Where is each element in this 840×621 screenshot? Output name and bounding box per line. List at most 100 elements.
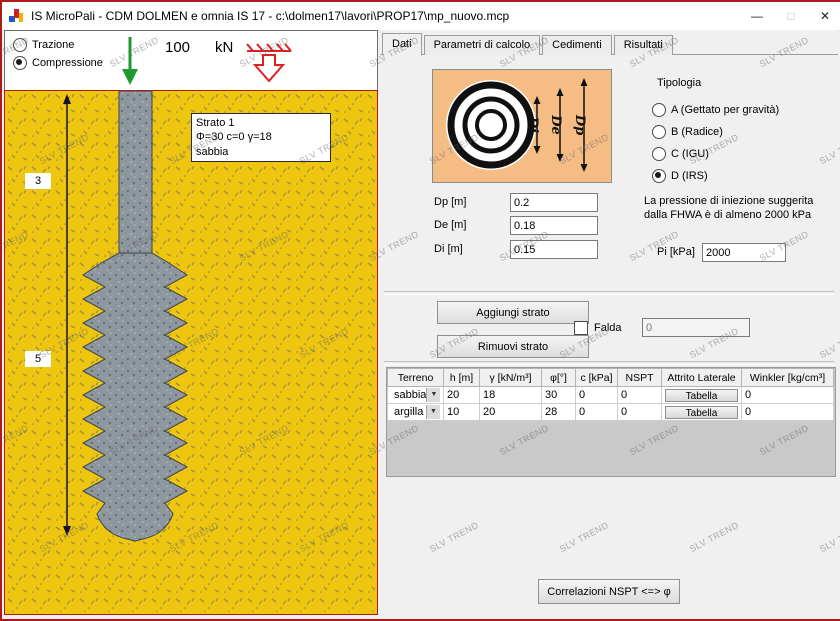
right-panel: Dati Parametri di calcolo Cedimenti Risu… — [380, 30, 838, 615]
pi-label: Pi [kPa] — [657, 246, 695, 258]
radio-trazione-label: Trazione — [32, 39, 74, 51]
pressure-note-line1: La pressione di iniezione suggerita — [644, 195, 834, 209]
dp-label: Dp [m] — [434, 196, 466, 208]
col-phi: φ[°] — [542, 369, 576, 387]
h-cell[interactable]: 10 — [444, 404, 480, 421]
load-unit: kN — [215, 39, 233, 56]
radio-circle — [13, 38, 27, 52]
close-button[interactable]: ✕ — [808, 2, 840, 30]
di-label: Di [m] — [434, 243, 463, 255]
gamma-cell[interactable]: 18 — [480, 387, 542, 404]
load-value: 100 — [165, 39, 190, 56]
tabella-button[interactable]: Tabella — [665, 406, 738, 419]
title-bar: IS MicroPali - CDM DOLMEN e omnia IS 17 … — [2, 2, 840, 31]
depth-label-lower: 5 — [25, 351, 51, 367]
chevron-down-icon[interactable]: ▼ — [426, 388, 440, 402]
h-cell[interactable]: 20 — [444, 387, 480, 404]
col-attrito: Attrito Laterale — [662, 369, 742, 387]
pi-input[interactable] — [702, 243, 786, 262]
terreno-value: argilla — [391, 406, 426, 418]
tab-risultati[interactable]: Risultati — [614, 35, 673, 55]
radio-circle — [13, 56, 27, 70]
load-options-box: Trazione Compressione 100 kN — [4, 30, 378, 92]
phi-cell[interactable]: 30 — [542, 387, 576, 404]
micropile-drawing — [5, 91, 375, 612]
tab-cedimenti[interactable]: Cedimenti — [542, 35, 612, 55]
aggiungi-strato-button[interactable]: Aggiungi strato — [437, 301, 589, 324]
col-h: h [m] — [444, 369, 480, 387]
tabella-button[interactable]: Tabella — [665, 389, 738, 402]
col-winkler: Winkler [kg/cm³] — [742, 369, 834, 387]
radio-circle — [652, 125, 666, 139]
radio-tipologia-d[interactable]: D (IRS) — [652, 169, 708, 183]
di-input[interactable] — [510, 240, 598, 259]
falda-input — [642, 318, 750, 337]
col-gamma: γ [kN/m³] — [480, 369, 542, 387]
tab-parametri-di-calcolo[interactable]: Parametri di calcolo — [424, 35, 541, 55]
c-cell[interactable]: 0 — [576, 387, 618, 404]
attrito-cell: Tabella — [662, 387, 742, 404]
radio-trazione[interactable]: Trazione — [13, 38, 74, 52]
terreno-cell[interactable]: sabbia ▼ — [388, 387, 444, 404]
radio-circle — [652, 169, 666, 183]
diagram-label-de: De — [548, 114, 563, 135]
dp-input[interactable] — [510, 193, 598, 212]
radio-circle — [652, 103, 666, 117]
pile-section-diagram: Di De Dp — [432, 69, 612, 183]
tipologia-a-label: A (Gettato per gravità) — [671, 104, 779, 116]
tipologia-c-label: C (IGU) — [671, 148, 709, 160]
chevron-down-icon[interactable]: ▼ — [426, 405, 440, 419]
micropile-drawing-area: Strato 1 Φ=30 c=0 γ=18 sabbia 3 5 — [4, 90, 378, 615]
de-label: De [m] — [434, 219, 466, 231]
winkler-cell[interactable]: 0 — [742, 387, 834, 404]
separator — [384, 361, 834, 365]
terreno-cell[interactable]: argilla ▼ — [388, 404, 444, 421]
radio-circle — [652, 147, 666, 161]
strata-table: Terreno h [m] γ [kN/m³] φ[°] c [kPa] NSP… — [387, 368, 834, 421]
falda-checkbox[interactable]: Falda — [574, 321, 622, 335]
window-title: IS MicroPali - CDM DOLMEN e omnia IS 17 … — [31, 9, 509, 23]
terreno-value: sabbia — [391, 389, 426, 401]
tipologia-title: Tipologia — [657, 77, 701, 89]
maximize-button[interactable]: □ — [774, 2, 808, 30]
attrito-cell: Tabella — [662, 404, 742, 421]
radio-compressione[interactable]: Compressione — [13, 56, 103, 70]
nspt-cell[interactable]: 0 — [618, 387, 662, 404]
winkler-cell-selected[interactable]: 0 — [742, 404, 834, 421]
strato-name: Strato 1 — [196, 116, 326, 130]
radio-compressione-label: Compressione — [32, 57, 103, 69]
radio-tipologia-a[interactable]: A (Gettato per gravità) — [652, 103, 779, 117]
left-panel: Trazione Compressione 100 kN — [2, 30, 378, 615]
table-row: sabbia ▼ 20 18 30 0 0 Tabella — [388, 387, 834, 404]
de-input[interactable] — [510, 216, 598, 235]
correlazioni-nspt-button[interactable]: Correlazioni NSPT <=> φ — [538, 579, 680, 604]
pressure-note: La pressione di iniezione suggerita dall… — [644, 195, 834, 223]
phi-cell[interactable]: 28 — [542, 404, 576, 421]
radio-tipologia-b[interactable]: B (Radice) — [652, 125, 723, 139]
rimuovi-strato-button[interactable]: Rimuovi strato — [437, 335, 589, 358]
nspt-cell[interactable]: 0 — [618, 404, 662, 421]
app-window: IS MicroPali - CDM DOLMEN e omnia IS 17 … — [0, 0, 840, 621]
tab-page-dati: Di De Dp Tipologia A (Gettato per gravit… — [380, 54, 838, 616]
col-nspt: NSPT — [618, 369, 662, 387]
tipologia-b-label: B (Radice) — [671, 126, 723, 138]
load-direction-arrow-icon — [113, 35, 147, 92]
table-row: argilla ▼ 10 20 28 0 0 Tabella — [388, 404, 834, 421]
applied-load-icon — [243, 39, 295, 90]
gamma-cell[interactable]: 20 — [480, 404, 542, 421]
col-terreno: Terreno — [388, 369, 444, 387]
window-controls: — □ ✕ — [740, 2, 840, 30]
table-header-row: Terreno h [m] γ [kN/m³] φ[°] c [kPa] NSP… — [388, 369, 834, 387]
depth-label-upper: 3 — [25, 173, 51, 189]
falda-label: Falda — [594, 322, 622, 334]
radio-tipologia-c[interactable]: C (IGU) — [652, 147, 709, 161]
col-c: c [kPa] — [576, 369, 618, 387]
checkbox-icon — [574, 321, 588, 335]
strato-params: Φ=30 c=0 γ=18 — [196, 130, 326, 144]
tipologia-d-label: D (IRS) — [671, 170, 708, 182]
tab-dati[interactable]: Dati — [382, 33, 422, 56]
minimize-button[interactable]: — — [740, 2, 774, 30]
c-cell[interactable]: 0 — [576, 404, 618, 421]
diagram-label-di: Di — [525, 116, 540, 133]
strata-table-wrap: Terreno h [m] γ [kN/m³] φ[°] c [kPa] NSP… — [386, 367, 836, 477]
